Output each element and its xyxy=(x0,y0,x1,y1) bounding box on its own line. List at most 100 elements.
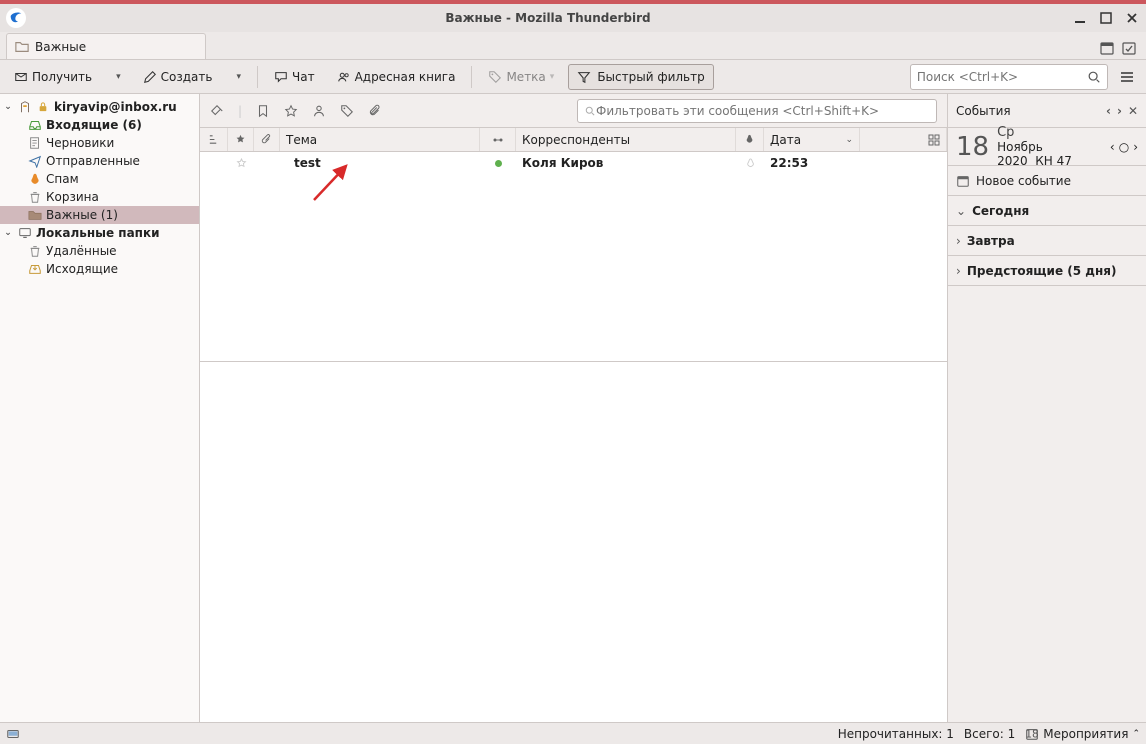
chevron-right-icon: › xyxy=(956,234,961,248)
quickfilter-button[interactable]: Быстрый фильтр xyxy=(568,64,713,90)
account-row[interactable]: ⌄ kiryavip@inbox.ru xyxy=(0,98,199,116)
online-icon[interactable] xyxy=(6,727,20,741)
pin-icon[interactable] xyxy=(210,104,224,118)
inbox-label: Входящие (6) xyxy=(46,118,142,132)
svg-text:18: 18 xyxy=(1026,728,1039,740)
app-icon xyxy=(6,8,26,28)
section-tomorrow[interactable]: › Завтра xyxy=(948,226,1146,256)
folder-drafts[interactable]: Черновики xyxy=(0,134,199,152)
col-picker[interactable] xyxy=(860,128,947,151)
msg-subject: test xyxy=(294,156,321,170)
quickfilter-bar: | xyxy=(200,94,947,128)
close-button[interactable] xyxy=(1124,10,1140,26)
chat-label: Чат xyxy=(292,70,315,84)
message-row[interactable]: test Коля Киров 22:53 xyxy=(200,152,947,174)
outbox-label: Исходящие xyxy=(46,262,118,276)
get-label: Получить xyxy=(32,70,92,84)
col-attachment[interactable] xyxy=(254,128,280,151)
trash-icon xyxy=(28,244,42,258)
calendar-icon[interactable] xyxy=(1096,37,1118,59)
main-toolbar: Получить Создать Чат Адресная книга Метк… xyxy=(0,60,1146,94)
events-toggle[interactable]: 18 Мероприятия ⌃ xyxy=(1025,727,1140,741)
filter-box[interactable] xyxy=(577,99,937,123)
global-search[interactable] xyxy=(910,64,1108,90)
pencil-icon xyxy=(143,70,157,84)
junk-icon[interactable] xyxy=(745,158,756,169)
date-box: 18 Ср Ноябрь 2020 КН 47 ‹ ○ › xyxy=(948,128,1146,166)
folder-sent[interactable]: Отправленные xyxy=(0,152,199,170)
chat-button[interactable]: Чат xyxy=(266,65,323,89)
new-event-row[interactable]: Новое событие xyxy=(948,166,1146,196)
section-today[interactable]: ⌄ Сегодня xyxy=(948,196,1146,226)
get-messages-dropdown[interactable] xyxy=(106,65,129,89)
col-read[interactable] xyxy=(480,128,516,151)
search-input[interactable] xyxy=(917,70,1087,84)
addressbook-label: Адресная книга xyxy=(355,70,456,84)
folder-spam[interactable]: Спам xyxy=(0,170,199,188)
app-menu-button[interactable] xyxy=(1114,64,1140,90)
outbox-icon xyxy=(28,262,42,276)
events-close[interactable]: ✕ xyxy=(1128,104,1138,118)
bookmark-icon[interactable] xyxy=(256,104,270,118)
day-today[interactable]: ○ xyxy=(1119,140,1129,154)
lock-icon xyxy=(36,100,50,114)
star-icon[interactable] xyxy=(284,104,298,118)
local-folders-row[interactable]: ⌄ Локальные папки xyxy=(0,224,199,242)
day-next[interactable]: › xyxy=(1133,140,1138,154)
calendar-icon: 18 xyxy=(1025,727,1039,741)
twisty-icon[interactable]: ⌄ xyxy=(2,228,14,238)
window-title: Важные - Mozilla Thunderbird xyxy=(34,11,1062,25)
folder-local-trash[interactable]: Удалённые xyxy=(0,242,199,260)
hamburger-icon xyxy=(1119,69,1135,85)
filter-input[interactable] xyxy=(596,104,930,118)
col-date[interactable]: Дата⌄ xyxy=(764,128,860,151)
folder-inbox[interactable]: Входящие (6) xyxy=(0,116,199,134)
folder-outbox[interactable]: Исходящие xyxy=(0,260,199,278)
contact-icon[interactable] xyxy=(312,104,326,118)
col-thread[interactable] xyxy=(200,128,228,151)
download-icon xyxy=(14,70,28,84)
trash-icon xyxy=(28,190,42,204)
tag-icon[interactable] xyxy=(340,104,354,118)
tab-important[interactable]: Важные xyxy=(6,33,206,59)
status-bar: Непрочитанных: 1 Всего: 1 18 Мероприятия… xyxy=(0,722,1146,744)
minimize-button[interactable] xyxy=(1072,10,1088,26)
status-unread: Непрочитанных: 1 xyxy=(838,727,954,741)
events-prev[interactable]: ‹ xyxy=(1106,104,1111,118)
drafts-label: Черновики xyxy=(46,136,114,150)
col-junk[interactable] xyxy=(736,128,764,151)
col-correspondents[interactable]: Корреспонденты xyxy=(516,128,736,151)
unread-dot[interactable] xyxy=(495,160,502,167)
events-next[interactable]: › xyxy=(1117,104,1122,118)
addressbook-button[interactable]: Адресная книга xyxy=(329,65,464,89)
new-event-label: Новое событие xyxy=(976,174,1071,188)
folder-trash[interactable]: Корзина xyxy=(0,188,199,206)
addressbook-icon xyxy=(337,70,351,84)
twisty-icon[interactable]: ⌄ xyxy=(2,102,14,112)
tag-icon xyxy=(488,70,502,84)
msg-date: 22:53 xyxy=(770,156,808,170)
get-messages-button[interactable]: Получить xyxy=(6,65,100,89)
tag-button[interactable]: Метка ▾ xyxy=(480,65,562,89)
star-icon[interactable] xyxy=(236,158,247,169)
col-subject[interactable]: Тема xyxy=(280,128,480,151)
events-title: События xyxy=(956,104,1011,118)
drafts-icon xyxy=(28,136,42,150)
mailserver-icon xyxy=(18,100,32,114)
folder-tree: ⌄ kiryavip@inbox.ru Входящие (6) Чернови… xyxy=(0,94,200,722)
col-star[interactable] xyxy=(228,128,254,151)
folder-important[interactable]: Важные (1) xyxy=(0,206,199,224)
tasks-icon[interactable] xyxy=(1118,37,1140,59)
section-upcoming[interactable]: › Предстоящие (5 дня) xyxy=(948,256,1146,286)
compose-button[interactable]: Создать xyxy=(135,65,221,89)
attachment-icon[interactable] xyxy=(368,104,382,118)
maximize-button[interactable] xyxy=(1098,10,1114,26)
day-prev[interactable]: ‹ xyxy=(1110,140,1115,154)
important-label: Важные (1) xyxy=(46,208,118,222)
tag-label: Метка xyxy=(506,70,545,84)
spam-icon xyxy=(28,172,42,186)
titlebar: Важные - Mozilla Thunderbird xyxy=(0,0,1146,32)
account-label: kiryavip@inbox.ru xyxy=(54,100,177,114)
compose-dropdown[interactable] xyxy=(226,65,249,89)
sent-label: Отправленные xyxy=(46,154,140,168)
